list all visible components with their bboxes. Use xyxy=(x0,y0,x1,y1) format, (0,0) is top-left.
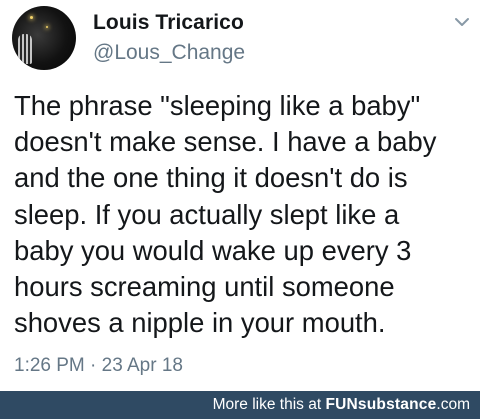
watermark-prefix: More like this at xyxy=(212,396,326,413)
watermark-text[interactable]: More like this at FUNsubstance.com xyxy=(213,396,470,414)
user-handle[interactable]: @Lous_Change xyxy=(93,41,245,65)
chevron-down-icon[interactable] xyxy=(454,14,470,30)
avatar-light-dot xyxy=(46,26,48,28)
avatar-figure xyxy=(18,34,32,64)
tweet-text: The phrase "sleeping like a baby" doesn'… xyxy=(14,90,437,339)
tweet-card: Louis Tricarico @Lous_Change The phrase … xyxy=(0,0,480,391)
watermark-banner: More like this at FUNsubstance.com xyxy=(0,391,480,419)
watermark-brand: FUNsubstance xyxy=(325,396,437,413)
tweet-timestamp[interactable]: 1:26 PM · 23 Apr 18 xyxy=(14,355,183,377)
display-name[interactable]: Louis Tricarico xyxy=(93,11,244,35)
watermark-domain: .com xyxy=(436,396,470,413)
avatar[interactable] xyxy=(12,6,76,70)
avatar-light-dot xyxy=(30,16,33,19)
